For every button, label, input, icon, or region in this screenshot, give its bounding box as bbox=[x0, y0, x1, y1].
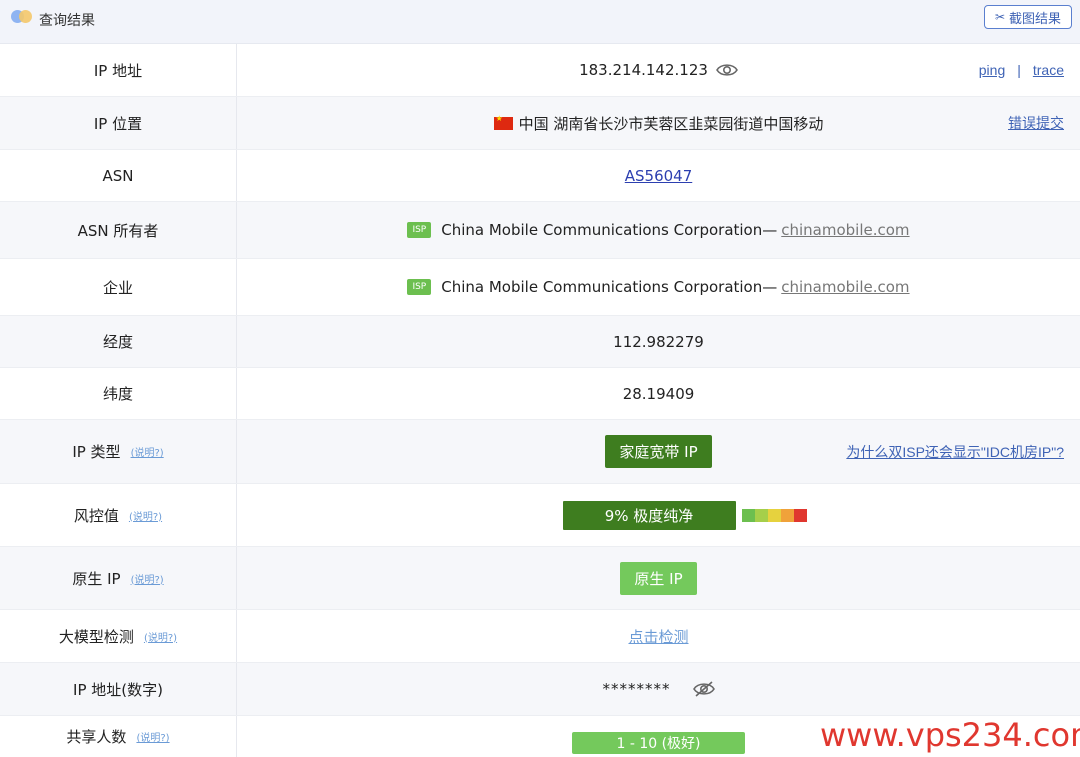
help-link[interactable]: (说明?) bbox=[136, 729, 169, 744]
row-label-text: 共享人数 bbox=[66, 728, 127, 746]
location-value: 中国 湖南省长沙市芙蓉区韭菜园街道中国移动 bbox=[518, 114, 824, 133]
ip-numeric-value: ******** bbox=[602, 680, 671, 698]
row-label-text: 大模型检测 bbox=[58, 627, 134, 646]
row-label-text: 原生 IP bbox=[72, 569, 121, 588]
row-latitude: 纬度 28.19409 bbox=[0, 368, 1080, 420]
report-error-link[interactable]: 错误提交 bbox=[1008, 113, 1064, 133]
eye-off-icon[interactable] bbox=[692, 680, 715, 698]
header: 查询结果 ✂ 截图结果 bbox=[0, 0, 1080, 44]
row-label-text: 风控值 bbox=[73, 506, 119, 525]
row-asn-owner: ASN 所有者 ISP China Mobile Communications … bbox=[0, 202, 1080, 259]
row-longitude: 经度 112.982279 bbox=[0, 316, 1080, 368]
asn-owner-domain-link[interactable]: chinamobile.com bbox=[781, 221, 909, 239]
row-native-ip: 原生 IP (说明?) 原生 IP bbox=[0, 547, 1080, 610]
ip-address-value: 183.214.142.123 bbox=[579, 61, 708, 79]
row-asn: ASN AS56047 bbox=[0, 150, 1080, 202]
row-llm-detect: 大模型检测 (说明?) 点击检测 bbox=[0, 610, 1080, 663]
click-detect-link[interactable]: 点击检测 bbox=[628, 626, 688, 647]
row-label: IP 位置 bbox=[0, 97, 237, 149]
row-ip-numeric: IP 地址(数字) ******** bbox=[0, 663, 1080, 716]
row-value: ISP China Mobile Communications Corporat… bbox=[237, 202, 1080, 258]
row-value: 28.19409 bbox=[237, 368, 1080, 419]
help-link[interactable]: (说明?) bbox=[129, 508, 162, 523]
row-value: ******** bbox=[237, 663, 1080, 715]
row-label: 企业 bbox=[0, 259, 237, 315]
shared-users-badge: 1 - 10 (极好) bbox=[572, 732, 745, 754]
risk-score-bar: 9% 极度纯净 bbox=[562, 500, 736, 530]
screenshot-button[interactable]: ✂ 截图结果 bbox=[984, 5, 1072, 29]
watermark: www.vps234.com bbox=[820, 716, 1080, 754]
help-link[interactable]: (说明?) bbox=[144, 629, 177, 644]
row-value: 原生 IP bbox=[237, 547, 1080, 609]
row-value: 点击检测 bbox=[237, 610, 1080, 662]
row-risk-score: 风控值 (说明?) 9% 极度纯净 bbox=[0, 484, 1080, 547]
risk-scale-swatch bbox=[793, 508, 807, 522]
scissors-icon: ✂ bbox=[994, 10, 1006, 24]
ping-link[interactable]: ping bbox=[979, 62, 1005, 78]
ip-type-badge: 家庭宽带 IP bbox=[605, 435, 712, 468]
row-label: IP 地址(数字) bbox=[0, 663, 237, 715]
isp-badge: ISP bbox=[407, 222, 432, 238]
china-flag-icon bbox=[493, 114, 513, 130]
row-value: AS56047 bbox=[237, 150, 1080, 201]
link-separator: | bbox=[1017, 62, 1021, 78]
risk-scale-swatch bbox=[780, 508, 794, 522]
page-title: 查询结果 bbox=[39, 13, 95, 29]
company-domain-link[interactable]: chinamobile.com bbox=[781, 278, 909, 296]
row-label: 经度 bbox=[0, 316, 237, 367]
row-value: 中国 湖南省长沙市芙蓉区韭菜园街道中国移动 bbox=[237, 97, 1080, 149]
row-label-text: IP 类型 bbox=[72, 443, 121, 461]
app-logo-icon bbox=[11, 10, 33, 24]
risk-scale-swatch bbox=[741, 508, 755, 522]
row-label: 共享人数 (说明?) bbox=[0, 716, 237, 757]
row-ip-address: IP 地址 183.214.142.123 ping | trace bbox=[0, 44, 1080, 97]
dual-isp-question-link[interactable]: 为什么双ISP还会显示"IDC机房IP"? bbox=[846, 442, 1064, 462]
row-label: IP 地址 bbox=[0, 44, 237, 96]
screenshot-button-label: 截图结果 bbox=[1009, 11, 1062, 27]
trace-link[interactable]: trace bbox=[1033, 62, 1064, 78]
row-value: 183.214.142.123 bbox=[237, 44, 1080, 96]
risk-scale-swatch bbox=[767, 508, 781, 522]
row-company: 企业 ISP China Mobile Communications Corpo… bbox=[0, 259, 1080, 316]
row-value: ISP China Mobile Communications Corporat… bbox=[237, 259, 1080, 315]
row-label: IP 类型 (说明?) bbox=[0, 420, 237, 483]
row-ip-type: IP 类型 (说明?) 家庭宽带 IP 为什么双ISP还会显示"IDC机房IP"… bbox=[0, 420, 1080, 484]
row-label: 风控值 (说明?) bbox=[0, 484, 237, 546]
risk-scale bbox=[741, 508, 807, 522]
isp-badge: ISP bbox=[407, 279, 432, 295]
row-value: 112.982279 bbox=[237, 316, 1080, 367]
latitude-value: 28.19409 bbox=[622, 384, 695, 403]
asn-owner-name: China Mobile Communications Corporation— bbox=[441, 221, 778, 239]
ip-tool-links: ping | trace bbox=[979, 62, 1064, 78]
row-label: 原生 IP (说明?) bbox=[0, 547, 237, 609]
help-link[interactable]: (说明?) bbox=[131, 571, 164, 586]
row-label: 纬度 bbox=[0, 368, 237, 419]
native-ip-badge: 原生 IP bbox=[620, 561, 697, 595]
row-label: 大模型检测 (说明?) bbox=[0, 610, 237, 662]
eye-icon[interactable] bbox=[715, 62, 738, 78]
risk-scale-swatch bbox=[754, 508, 768, 522]
company-name: China Mobile Communications Corporation— bbox=[441, 278, 778, 296]
asn-link[interactable]: AS56047 bbox=[625, 167, 693, 185]
row-value: 9% 极度纯净 bbox=[237, 484, 1080, 546]
help-link[interactable]: (说明?) bbox=[131, 444, 164, 459]
row-label: ASN 所有者 bbox=[0, 202, 237, 258]
longitude-value: 112.982279 bbox=[613, 332, 704, 351]
row-label: ASN bbox=[0, 150, 237, 201]
row-ip-location: IP 位置 中国 湖南省长沙市芙蓉区韭菜园街道中国移动 错误提交 bbox=[0, 97, 1080, 150]
